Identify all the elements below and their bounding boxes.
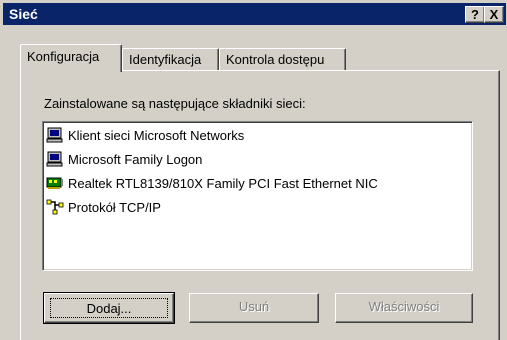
tab-label: Kontrola dostępu — [226, 52, 325, 67]
title-bar: Sieć ? X — [3, 3, 506, 25]
list-item[interactable]: Realtek RTL8139/810X Family PCI Fast Eth… — [46, 172, 378, 194]
focus-rect: Dodaj... — [50, 298, 168, 318]
list-item-label: Protokół TCP/IP — [68, 199, 161, 215]
properties-button-label: Właściwości — [368, 299, 440, 314]
close-button[interactable]: X — [484, 6, 504, 23]
network-adapter-icon — [46, 175, 64, 191]
window-title: Sieć — [9, 6, 38, 22]
network-dialog: Sieć ? X Konfiguracja Identyfikacja Kont… — [0, 0, 507, 340]
list-item-label: Realtek RTL8139/810X Family PCI Fast Eth… — [68, 175, 378, 191]
tab-identyfikacja[interactable]: Identyfikacja — [122, 48, 219, 70]
protocol-icon — [46, 199, 64, 215]
remove-button[interactable]: Usuń — [189, 293, 319, 323]
network-client-icon — [46, 127, 64, 143]
add-button-label: Dodaj... — [86, 301, 132, 316]
installed-components-label: Zainstalowane są następujące składniki s… — [44, 96, 306, 111]
network-client-icon — [46, 151, 64, 167]
list-item-label: Klient sieci Microsoft Networks — [68, 127, 245, 143]
tab-label: Konfiguracja — [27, 49, 100, 64]
list-item-label: Microsoft Family Logon — [68, 151, 203, 167]
tab-kontrola-dostepu[interactable]: Kontrola dostępu — [219, 48, 346, 70]
properties-button[interactable]: Właściwości — [335, 293, 473, 323]
list-item[interactable]: Microsoft Family Logon — [46, 148, 202, 170]
list-item[interactable]: Klient sieci Microsoft Networks — [46, 124, 244, 146]
list-item[interactable]: Protokół TCP/IP — [46, 196, 161, 218]
tab-konfiguracja[interactable]: Konfiguracja — [20, 44, 122, 72]
help-button[interactable]: ? — [465, 6, 485, 23]
components-list[interactable]: Klient sieci Microsoft Networks Microsof… — [42, 121, 473, 271]
remove-button-label: Usuń — [238, 299, 270, 314]
add-button[interactable]: Dodaj... — [43, 292, 175, 324]
tab-label: Identyfikacja — [129, 52, 202, 67]
